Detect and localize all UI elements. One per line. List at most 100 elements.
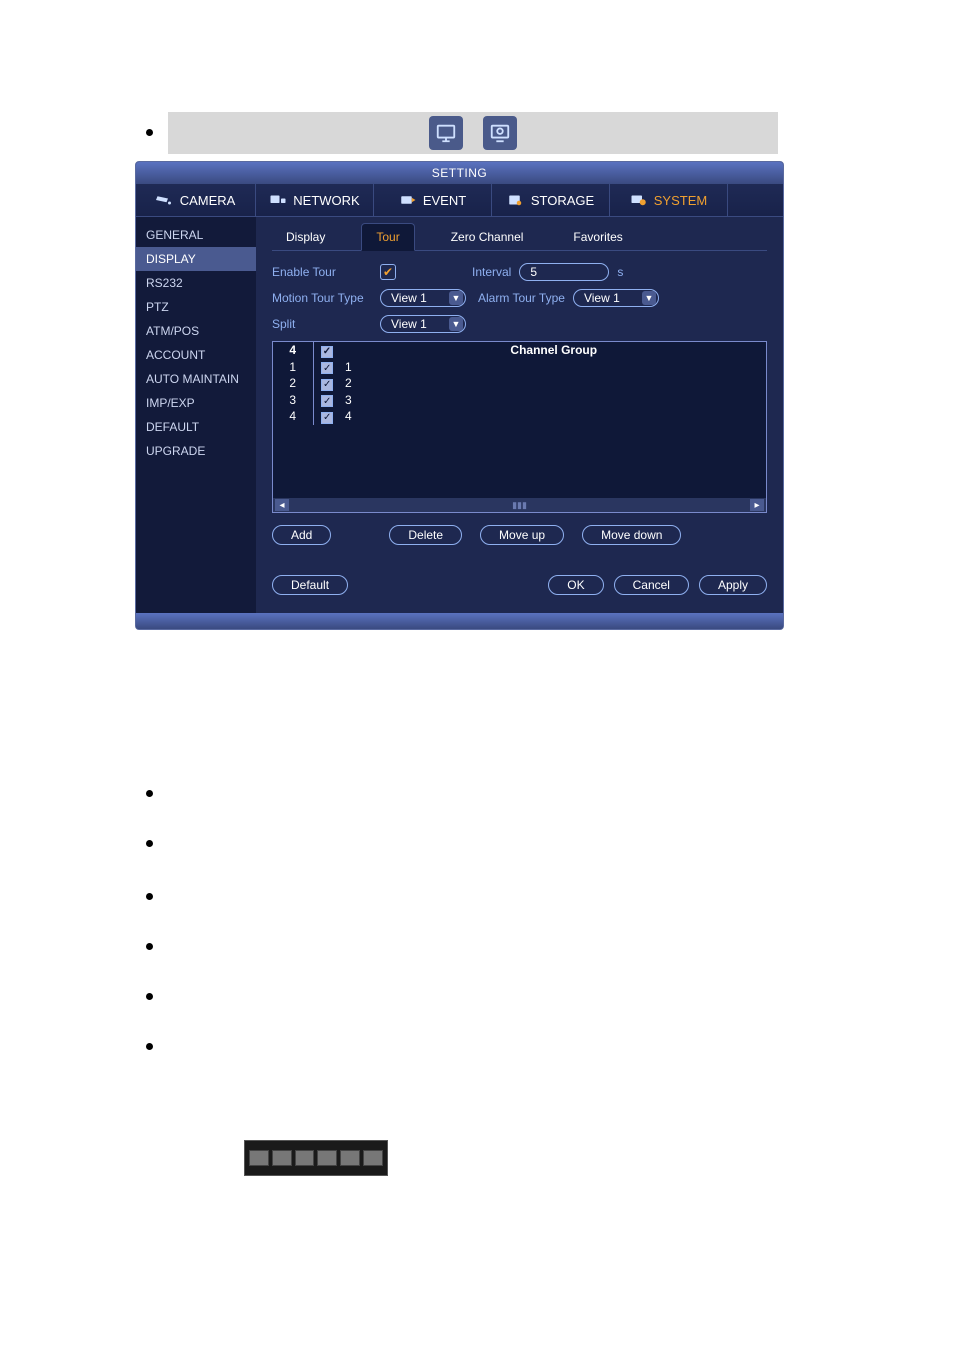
sidebar-item-ptz[interactable]: PTZ xyxy=(136,295,256,319)
row-checkbox[interactable]: ✓ xyxy=(313,392,341,409)
settings-dialog: SETTING CAMERA NETWORK EVENT STORAGE xyxy=(135,161,784,630)
network-icon xyxy=(269,192,287,208)
row-checkbox[interactable]: ✓ xyxy=(313,408,341,425)
sidebar-item-display[interactable]: DISPLAY xyxy=(136,247,256,271)
enable-tour-label: Enable Tour xyxy=(272,265,372,279)
subtab-zerochannel[interactable]: Zero Channel xyxy=(437,224,538,250)
nav-slot-icon xyxy=(363,1150,383,1166)
split-select[interactable]: View 1 ▼ xyxy=(380,315,466,333)
cancel-button[interactable]: Cancel xyxy=(614,575,689,595)
nav-slot-icon xyxy=(340,1150,360,1166)
tab-network[interactable]: NETWORK xyxy=(256,184,374,216)
ok-button[interactable]: OK xyxy=(548,575,603,595)
toolbar-strip xyxy=(168,112,778,154)
row-index: 3 xyxy=(273,392,313,409)
apply-button[interactable]: Apply xyxy=(699,575,767,595)
sidebar-item-rs232[interactable]: RS232 xyxy=(136,271,256,295)
sidebar: GENERAL DISPLAY RS232 PTZ ATM/POS ACCOUN… xyxy=(136,217,256,613)
table-row[interactable]: 3 ✓ 3 xyxy=(273,392,766,409)
sidebar-item-impexp[interactable]: IMP/EXP xyxy=(136,391,256,415)
table-row[interactable]: 4 ✓ 4 xyxy=(273,408,766,425)
select-value: View 1 xyxy=(391,291,427,305)
navbar-thumbnail xyxy=(244,1140,388,1176)
tab-label: SYSTEM xyxy=(654,193,707,208)
monitor-camera-icon[interactable] xyxy=(483,116,517,150)
sidebar-item-general[interactable]: GENERAL xyxy=(136,223,256,247)
table-row[interactable]: 1 ✓ 1 xyxy=(273,359,766,376)
add-button[interactable]: Add xyxy=(272,525,331,545)
bullet-icon xyxy=(146,840,153,847)
sidebar-item-automaintain[interactable]: AUTO MAINTAIN xyxy=(136,367,256,391)
table-header-group: Channel Group xyxy=(341,342,766,359)
row-index: 2 xyxy=(273,375,313,392)
alarm-tour-label: Alarm Tour Type xyxy=(478,291,565,305)
tab-label: STORAGE xyxy=(531,193,594,208)
alarm-tour-select[interactable]: View 1 ▼ xyxy=(573,289,659,307)
default-button[interactable]: Default xyxy=(272,575,348,595)
row-index: 1 xyxy=(273,359,313,376)
row-index: 4 xyxy=(273,408,313,425)
tab-event[interactable]: EVENT xyxy=(374,184,492,216)
nav-slot-icon xyxy=(272,1150,292,1166)
scroll-left-icon[interactable]: ◂ xyxy=(275,499,289,511)
subtab-tour[interactable]: Tour xyxy=(361,223,414,251)
content-panel: Display Tour Zero Channel Favorites Enab… xyxy=(256,217,783,613)
tab-camera[interactable]: CAMERA xyxy=(136,184,256,216)
enable-tour-checkbox[interactable]: ✔ xyxy=(380,264,396,280)
interval-input[interactable]: 5 xyxy=(519,263,609,281)
storage-icon xyxy=(507,192,525,208)
nav-slot-icon xyxy=(249,1150,269,1166)
subtab-bar: Display Tour Zero Channel Favorites xyxy=(272,223,767,251)
tab-storage[interactable]: STORAGE xyxy=(492,184,610,216)
nav-slot-icon xyxy=(317,1150,337,1166)
sidebar-item-default[interactable]: DEFAULT xyxy=(136,415,256,439)
select-value: View 1 xyxy=(391,317,427,331)
nav-slot-icon xyxy=(295,1150,315,1166)
row-value: 2 xyxy=(341,375,766,392)
scroll-right-icon[interactable]: ▸ xyxy=(750,499,764,511)
table-header-count: 4 xyxy=(273,342,313,359)
subtab-display[interactable]: Display xyxy=(272,224,339,250)
tab-label: CAMERA xyxy=(180,193,236,208)
dialog-title: SETTING xyxy=(136,162,783,184)
sidebar-item-account[interactable]: ACCOUNT xyxy=(136,343,256,367)
row-value: 4 xyxy=(341,408,766,425)
bullet-icon xyxy=(146,790,153,797)
select-value: View 1 xyxy=(584,291,620,305)
row-value: 3 xyxy=(341,392,766,409)
sidebar-item-upgrade[interactable]: UPGRADE xyxy=(136,439,256,463)
bullet-icon xyxy=(146,943,153,950)
bullet-icon xyxy=(146,1043,153,1050)
subtab-favorites[interactable]: Favorites xyxy=(559,224,636,250)
row-checkbox[interactable]: ✓ xyxy=(313,359,341,376)
moveup-button[interactable]: Move up xyxy=(480,525,564,545)
chevron-down-icon: ▼ xyxy=(449,291,463,305)
table-header-checkall[interactable]: ✓ xyxy=(313,342,341,359)
top-tab-bar: CAMERA NETWORK EVENT STORAGE SYSTEM xyxy=(136,184,783,217)
tab-system[interactable]: SYSTEM xyxy=(610,184,728,216)
sidebar-item-atmpos[interactable]: ATM/POS xyxy=(136,319,256,343)
row-value: 1 xyxy=(341,359,766,376)
split-label: Split xyxy=(272,317,372,331)
interval-label: Interval xyxy=(472,265,511,279)
horizontal-scrollbar[interactable]: ◂ ▮▮▮ ▸ xyxy=(273,498,766,512)
system-icon xyxy=(630,192,648,208)
chevron-down-icon: ▼ xyxy=(449,317,463,331)
dialog-footer-strip xyxy=(136,613,783,629)
chevron-down-icon: ▼ xyxy=(642,291,656,305)
bullet-icon xyxy=(146,993,153,1000)
monitor-icon[interactable] xyxy=(429,116,463,150)
tab-label: NETWORK xyxy=(293,193,359,208)
channel-group-table: 4 ✓ Channel Group 1 ✓ 1 2 ✓ xyxy=(272,341,767,513)
bullet-icon xyxy=(146,893,153,900)
motion-tour-select[interactable]: View 1 ▼ xyxy=(380,289,466,307)
motion-tour-label: Motion Tour Type xyxy=(272,291,372,305)
delete-button[interactable]: Delete xyxy=(389,525,462,545)
movedown-button[interactable]: Move down xyxy=(582,525,681,545)
camera-icon xyxy=(156,192,174,208)
event-icon xyxy=(399,192,417,208)
tab-label: EVENT xyxy=(423,193,466,208)
table-row[interactable]: 2 ✓ 2 xyxy=(273,375,766,392)
row-checkbox[interactable]: ✓ xyxy=(313,375,341,392)
bullet-icon xyxy=(146,129,153,136)
